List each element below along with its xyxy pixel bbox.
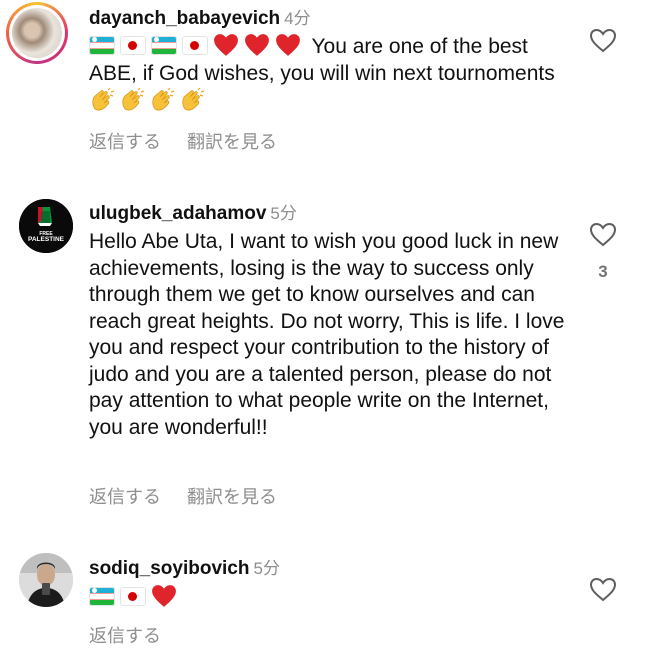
clapping-hands-icon [152,87,175,111]
profile-photo [19,553,73,607]
free-palestine-logo: FREE PALESTINE [19,199,73,253]
see-translation-button[interactable]: 翻訳を見る [187,132,277,152]
comment-header: sodiq_soyibovich 5分 [89,554,280,580]
avatar[interactable] [6,2,68,64]
japan-flag-icon [120,587,146,606]
see-translation-button[interactable]: 翻訳を見る [187,487,277,507]
timestamp: 5分 [253,559,280,578]
japan-flag-icon [182,36,208,55]
reply-button[interactable]: 返信する [89,487,161,507]
timestamp: 4分 [284,9,311,28]
comment-text [89,584,569,612]
reply-button[interactable]: 返信する [89,132,161,152]
avatar-text-bottom: PALESTINE [28,236,65,243]
username[interactable]: sodiq_soyibovich [89,558,249,579]
comment-text: Hello Abe Uta, I want to wish you good l… [89,230,565,439]
comment-text: You are one of the best ABE, if God wish… [89,33,569,115]
uzbekistan-flag-icon [151,36,177,55]
japan-flag-icon [120,36,146,55]
username[interactable]: ulugbek_adahamov [89,203,266,224]
red-heart-icon [152,585,176,607]
comment-actions: 返信する 翻訳を見る [89,128,277,154]
uzbekistan-flag-icon [89,36,115,55]
comment-header: dayanch_babayevich 4分 [89,4,311,30]
username[interactable]: dayanch_babayevich [89,8,280,29]
clapping-hands-icon [92,87,115,111]
avatar[interactable]: FREE PALESTINE [19,199,73,253]
comment-actions: 返信する [89,622,161,648]
timestamp: 5分 [270,204,297,223]
red-heart-icon [214,34,238,56]
uzbekistan-flag-icon [89,587,115,606]
heart-icon[interactable] [588,575,618,603]
reply-button[interactable]: 返信する [89,626,161,646]
red-heart-icon [276,34,300,56]
like-count[interactable]: 3 [596,262,610,282]
heart-icon[interactable] [588,26,618,54]
heart-icon[interactable] [588,220,618,248]
clapping-hands-icon [122,87,145,111]
comment-text-line: You are one of the [311,35,483,58]
avatar[interactable] [19,553,73,607]
red-heart-icon [245,34,269,56]
comment-header: ulugbek_adahamov 5分 [89,199,297,225]
clapping-hands-icon [182,87,205,111]
comment-actions: 返信する 翻訳を見る [89,483,277,509]
